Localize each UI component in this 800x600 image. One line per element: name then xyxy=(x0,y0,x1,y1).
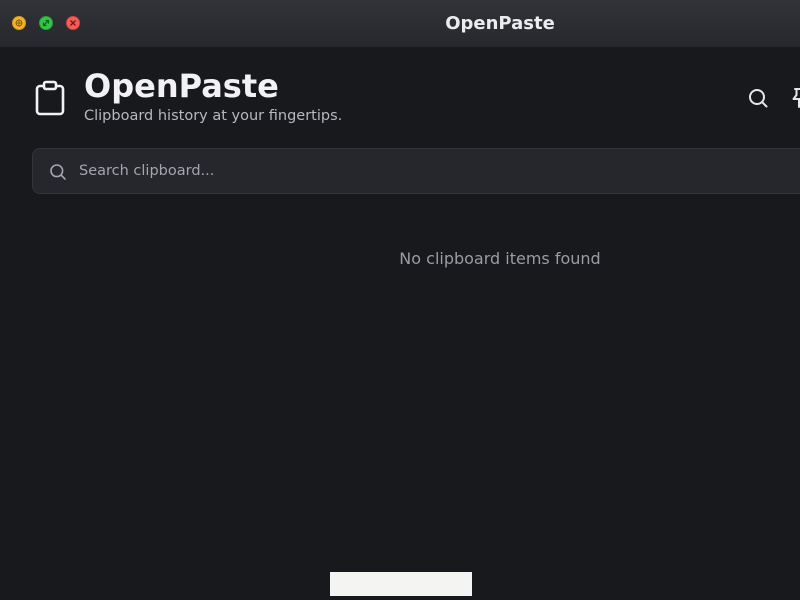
search-button[interactable] xyxy=(746,86,770,110)
search-icon xyxy=(749,89,768,108)
pin-button[interactable] xyxy=(787,86,800,110)
app-name: OpenPaste xyxy=(84,67,279,105)
empty-state-message: No clipboard items found xyxy=(399,249,601,268)
bottom-overlay xyxy=(330,572,472,596)
search-icon xyxy=(50,164,66,180)
clipboard-icon xyxy=(35,80,65,116)
app-tagline: Clipboard history at your fingertips. xyxy=(84,108,343,124)
pin-icon xyxy=(792,88,800,108)
search-input[interactable] xyxy=(79,149,779,193)
app-window: OpenPaste OpenPaste Clipboard history at… xyxy=(0,0,800,600)
title-bar[interactable]: OpenPaste xyxy=(0,0,800,48)
window-title: OpenPaste xyxy=(445,13,555,34)
search-bar[interactable] xyxy=(32,148,800,194)
